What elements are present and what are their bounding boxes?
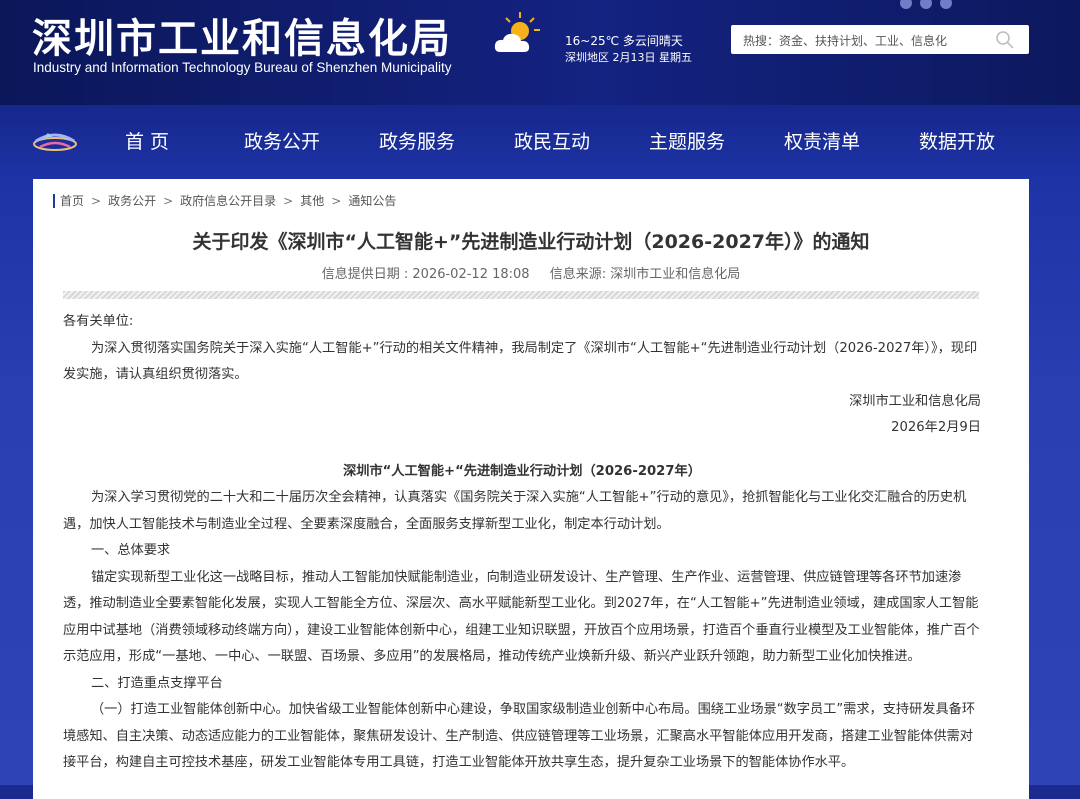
social-icon[interactable]	[940, 0, 952, 9]
breadcrumb-other[interactable]: 其他	[300, 194, 324, 208]
breadcrumb-separator: >	[283, 194, 294, 208]
signature: 深圳市工业和信息化局	[849, 393, 981, 409]
breadcrumb-notices[interactable]: 通知公告	[348, 194, 396, 208]
search-box[interactable]: 热搜：资金、扶持计划、工业、信息化	[731, 25, 1029, 54]
nav-topic-services[interactable]: 主题服务	[649, 127, 725, 154]
nav-interaction[interactable]: 政民互动	[514, 127, 590, 154]
sign-date: 2026年2月9日	[891, 420, 981, 435]
section-heading: 一、总体要求	[91, 543, 171, 558]
site-subtitle: Industry and Information Technology Bure…	[33, 60, 452, 75]
breadcrumb: 首页 > 政务公开 > 政府信息公开目录 > 其他 > 通知公告	[53, 194, 396, 208]
divider	[63, 291, 979, 299]
top-icons	[900, 0, 960, 13]
nav-government-services[interactable]: 政务服务	[379, 127, 455, 154]
search-input[interactable]: 热搜：资金、扶持计划、工业、信息化	[743, 32, 947, 49]
search-icon[interactable]	[995, 30, 1015, 50]
nav-government-affairs[interactable]: 政务公开	[244, 127, 320, 154]
article-title: 关于印发《深圳市“人工智能+”先进制造业行动计划（2026-2027年）》的通知	[192, 231, 870, 253]
intro-paragraph: 为深入贯彻落实国务院关于深入实施“人工智能+”行动的相关文件精神，我局制定了《深…	[63, 340, 978, 383]
article-source: 信息来源: 深圳市工业和信息化局	[549, 267, 741, 282]
emblem-logo-icon[interactable]	[32, 125, 78, 155]
section-heading: 二、打造重点支撑平台	[91, 675, 223, 691]
paragraph: 为深入学习贯彻党的二十大和二十届历次全会精神，认真落实《国务院关于深入实施“人工…	[63, 490, 967, 532]
article-body: 各有关单位: 为深入贯彻落实国务院关于深入实施“人工智能+”行动的相关文件精神，…	[63, 309, 981, 777]
social-icon[interactable]	[900, 0, 912, 9]
breadcrumb-separator: >	[163, 194, 174, 208]
weather-date: 深圳地区 2月13日 星期五	[565, 51, 692, 64]
nav-open-data[interactable]: 数据开放	[919, 127, 995, 154]
salutation: 各有关单位:	[63, 314, 134, 329]
plan-title: 深圳市“人工智能+“先进制造业行动计划（2026-2027年）	[343, 463, 701, 479]
site-title[interactable]: 深圳市工业和信息化局	[32, 6, 452, 64]
breadcrumb-home[interactable]: 首页	[60, 194, 84, 208]
weather-temp: 16~25℃ 多云间晴天	[565, 34, 683, 48]
breadcrumb-separator: >	[331, 194, 342, 208]
breadcrumb-info-directory[interactable]: 政府信息公开目录	[180, 194, 276, 208]
partly-cloudy-icon	[494, 12, 540, 52]
paragraph: 锚定实现新型工业化这一战略目标，推动人工智能加快赋能制造业，向制造业研发设计、生…	[63, 569, 980, 665]
article-date: 信息提供日期 : 2026-02-12 18:08	[321, 267, 530, 282]
article-meta: 信息提供日期 : 2026-02-12 18:08 信息来源: 深圳市工业和信息…	[33, 263, 1029, 282]
paragraph: （一）打造工业智能体创新中心。加快省级工业智能体创新中心建设，争取国家级制造业创…	[63, 702, 976, 770]
breadcrumb-separator: >	[91, 194, 102, 208]
main-nav: 首 页 政务公开 政务服务 政民互动 主题服务 权责清单 数据开放	[0, 105, 1080, 175]
nav-responsibility-list[interactable]: 权责清单	[784, 127, 860, 154]
social-icon[interactable]	[920, 0, 932, 9]
breadcrumb-gov-affairs[interactable]: 政务公开	[108, 194, 156, 208]
nav-home[interactable]: 首 页	[125, 127, 169, 154]
content-card: 首页 > 政务公开 > 政府信息公开目录 > 其他 > 通知公告 关于印发《深圳市“人工智能+”…	[33, 179, 1029, 799]
